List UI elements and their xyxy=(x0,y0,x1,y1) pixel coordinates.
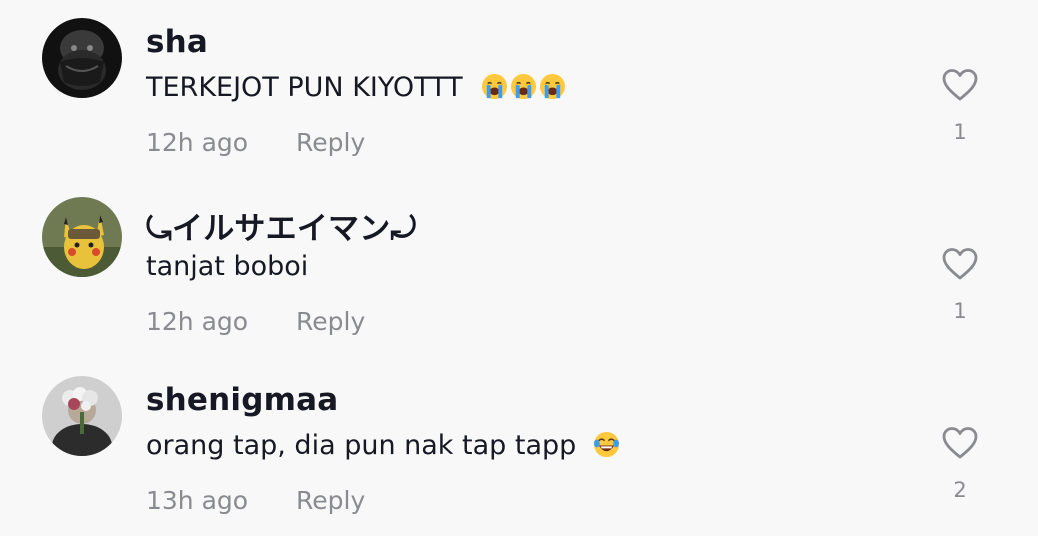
crying-face-icon xyxy=(511,73,537,100)
comment-item: shenigmaa orang tap, dia pun nak tap tap… xyxy=(0,358,1038,536)
heart-icon[interactable] xyxy=(941,68,979,102)
username[interactable]: ⤿イルサエイマン⤾ xyxy=(146,203,416,248)
avatar[interactable] xyxy=(42,376,122,456)
comment-text: TERKEJOT PUN KIYOTTT xyxy=(146,72,566,103)
timestamp: 12h ago xyxy=(146,307,249,336)
comment-text: tanjat boboi xyxy=(146,251,308,282)
like-control: 1 xyxy=(940,68,980,144)
like-control: 1 xyxy=(940,247,980,323)
comment-text-content: TERKEJOT PUN KIYOTTT xyxy=(146,72,463,103)
reply-button[interactable]: Reply xyxy=(296,486,365,515)
avatar[interactable] xyxy=(42,18,122,98)
comment-text-content: orang tap, dia pun nak tap tapp xyxy=(146,430,577,461)
comment-item: sha TERKEJOT PUN KIYOTTT 12h ago Reply 1 xyxy=(0,0,1038,178)
reply-button[interactable]: Reply xyxy=(296,307,365,336)
crying-face-icon xyxy=(540,73,566,100)
comment-meta: 12h ago Reply xyxy=(146,307,365,336)
username[interactable]: shenigmaa xyxy=(146,382,338,418)
username[interactable]: sha xyxy=(146,24,208,60)
timestamp: 12h ago xyxy=(146,128,249,157)
comment-text-content: tanjat boboi xyxy=(146,251,309,282)
reply-button[interactable]: Reply xyxy=(296,128,365,157)
like-control: 2 xyxy=(940,426,980,502)
crying-face-icon xyxy=(482,73,508,100)
comment-text: orang tap, dia pun nak tap tapp xyxy=(146,430,620,461)
like-count: 2 xyxy=(953,478,967,502)
heart-icon[interactable] xyxy=(941,426,979,460)
comment-meta: 13h ago Reply xyxy=(146,486,365,515)
comment-meta: 12h ago Reply xyxy=(146,128,365,157)
avatar[interactable] xyxy=(42,197,122,277)
heart-icon[interactable] xyxy=(941,247,979,281)
like-count: 1 xyxy=(953,299,967,323)
timestamp: 13h ago xyxy=(146,486,249,515)
like-count: 1 xyxy=(953,120,967,144)
comment-item: ⤿イルサエイマン⤾ tanjat boboi 12h ago Reply 1 xyxy=(0,179,1038,357)
joy-face-icon xyxy=(593,431,619,458)
